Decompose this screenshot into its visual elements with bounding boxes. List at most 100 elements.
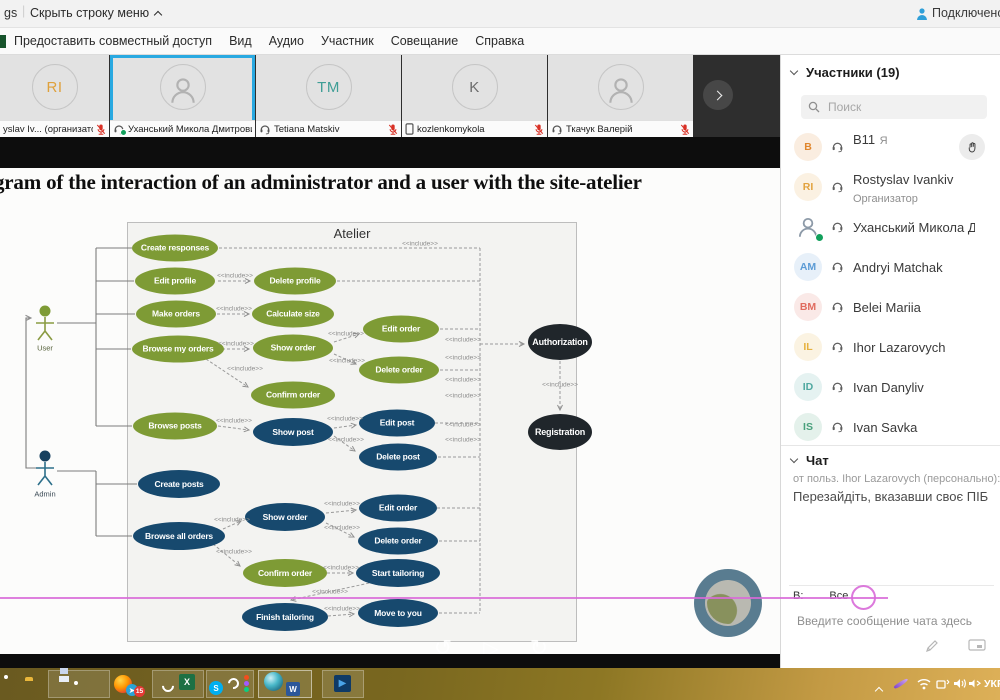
hide-menu-button[interactable]: Скрыть строку меню bbox=[30, 6, 161, 20]
letterbox-bottom bbox=[0, 654, 780, 668]
avatar: RI bbox=[32, 64, 78, 110]
participant-row[interactable]: IL Ihor Lazarovych bbox=[781, 327, 1000, 367]
letterbox-top bbox=[0, 137, 780, 168]
include-stereotype-label: <<include>> bbox=[324, 525, 360, 532]
usecase-node: Show post bbox=[253, 418, 333, 446]
usecase-node: Confirm order bbox=[251, 382, 335, 409]
usecase-node: Edit order bbox=[363, 316, 439, 343]
headset-icon bbox=[831, 140, 844, 153]
participant-row[interactable]: IS Ivan Savka bbox=[781, 407, 1000, 447]
speaker-icon[interactable] bbox=[953, 677, 967, 690]
usecase-node: Delete order bbox=[358, 528, 438, 555]
title-bar: gs | Скрыть строку меню Подключено bbox=[0, 0, 1000, 28]
chat-message-meta: от польз. Ihor Lazarovych (персонально): bbox=[793, 473, 993, 485]
usecase-node: Delete post bbox=[359, 444, 437, 471]
raised-hand-button[interactable] bbox=[959, 134, 985, 160]
chat-message-text: Перезайдіть, вказавши своє ПІБ bbox=[793, 489, 998, 504]
rewind-10-button[interactable]: ↺ 10 bbox=[430, 636, 456, 654]
include-stereotype-label: <<include>> bbox=[445, 437, 481, 444]
participant-video-tile[interactable]: TM Tetiana Matskiv bbox=[256, 55, 401, 137]
search-input[interactable] bbox=[826, 99, 966, 115]
menu-item[interactable]: Участник bbox=[321, 34, 374, 48]
participant-name: Andryi Matchak bbox=[853, 260, 943, 275]
wifi-icon[interactable] bbox=[916, 677, 932, 690]
mic-muted-icon bbox=[388, 123, 398, 136]
participants-header[interactable]: Участники (19) bbox=[791, 65, 900, 80]
audio-device-icon[interactable] bbox=[936, 678, 950, 690]
avatar-initials: RI bbox=[803, 181, 814, 193]
usecase-node: Authorization bbox=[528, 324, 592, 360]
avatar-initials: RI bbox=[47, 79, 63, 96]
recipient-selector[interactable]: Все bbox=[829, 590, 848, 602]
tile-namebar: Ткачук Валерій bbox=[548, 120, 693, 137]
menu-item[interactable]: Аудио bbox=[269, 34, 304, 48]
tray-expand-button[interactable] bbox=[876, 681, 882, 699]
person-icon bbox=[604, 73, 638, 107]
annotate-pencil-button[interactable] bbox=[924, 638, 940, 654]
headset-icon bbox=[831, 420, 844, 433]
participant-row[interactable]: ID Ivan Danyliv bbox=[781, 367, 1000, 407]
participant-video-tile[interactable]: Ткачук Валерій bbox=[548, 55, 693, 137]
window-fragment-text: gs bbox=[4, 6, 17, 20]
next-participants-button[interactable] bbox=[703, 80, 733, 110]
actor-label-admin: Admin bbox=[34, 490, 55, 499]
menu-item[interactable]: Справка bbox=[475, 34, 524, 48]
word-icon[interactable]: W bbox=[286, 682, 300, 696]
participant-row[interactable]: AM Andryi Matchak bbox=[781, 247, 1000, 287]
participant-name: Rostyslav Ivankiv bbox=[853, 172, 953, 187]
participant-row[interactable]: B B11 Я bbox=[781, 127, 1000, 167]
menu-item[interactable]: Вид bbox=[229, 34, 252, 48]
share-device-icon[interactable] bbox=[968, 678, 982, 689]
mic-muted-icon bbox=[680, 123, 690, 136]
webex-icon[interactable] bbox=[264, 672, 283, 691]
menu-icon-fragment bbox=[0, 35, 6, 48]
participant-role: Организатор bbox=[853, 193, 918, 205]
person-icon bbox=[166, 73, 200, 107]
skype-icon[interactable]: S bbox=[209, 681, 223, 695]
avatar-initials: IL bbox=[803, 341, 812, 353]
keyboard-layout-indicator[interactable]: УКР bbox=[984, 678, 1000, 690]
mic-muted-icon bbox=[534, 123, 544, 136]
chat-header[interactable]: Чат bbox=[791, 453, 829, 468]
admin-actor bbox=[36, 451, 54, 486]
usecase-node: Confirm order bbox=[243, 559, 327, 587]
screen-capture-button[interactable] bbox=[968, 638, 986, 654]
play-button[interactable]: ▷ bbox=[478, 636, 504, 654]
mic-muted-icon bbox=[96, 123, 106, 136]
menu-item[interactable]: Предоставить совместный доступ bbox=[14, 34, 212, 48]
side-panel: Участники (19) B B11 Я RI bbox=[780, 55, 1000, 668]
filmstrip: RI yslav Iv... (организатор) bbox=[0, 55, 780, 137]
movies-tv-icon[interactable]: ▶ bbox=[334, 675, 351, 692]
participant-info: Ihor Lazarovych bbox=[853, 339, 975, 357]
chevron-right-icon bbox=[712, 90, 722, 100]
participant-name: yslav Iv... (организатор) bbox=[3, 124, 93, 135]
pen-tray-icon[interactable] bbox=[893, 678, 909, 689]
menu-item[interactable]: Совещание bbox=[391, 34, 459, 48]
shared-screen: gram of the interaction of an administra… bbox=[0, 168, 780, 654]
participant-row[interactable]: BM Belei Mariia bbox=[781, 287, 1000, 327]
participant-video-tile[interactable]: Уханський Микола Дмитрович bbox=[110, 55, 255, 137]
usecase-node: Create responses bbox=[132, 235, 218, 262]
headset-icon bbox=[831, 220, 844, 233]
excel-icon[interactable]: X bbox=[179, 674, 195, 690]
participant-video-tile[interactable]: K kozlenkomykola bbox=[402, 55, 547, 137]
participant-row[interactable]: RI Rostyslav Ivankiv Организатор bbox=[781, 167, 1000, 207]
usecase-node: Browse all orders bbox=[133, 522, 225, 550]
filmstrip-overflow bbox=[694, 55, 780, 137]
avatar-initials: BM bbox=[800, 301, 816, 313]
include-stereotype-label: <<include>> bbox=[216, 418, 252, 425]
participant-row[interactable]: Уханський Микола Дмитро bbox=[781, 207, 1000, 247]
notification-badge: 15 bbox=[134, 686, 145, 697]
usecase-node: Registration bbox=[528, 414, 592, 450]
compose-divider bbox=[789, 585, 994, 586]
avatar-initials: TM bbox=[317, 79, 340, 96]
tile-namebar: Tetiana Matskiv bbox=[256, 120, 401, 137]
participant-video-tile[interactable]: RI yslav Iv... (организатор) bbox=[0, 55, 109, 137]
figma-icon[interactable] bbox=[244, 675, 249, 693]
participant-info: B11 Я bbox=[853, 131, 975, 149]
include-stereotype-label: <<include>> bbox=[328, 437, 364, 444]
avatar: B bbox=[794, 133, 822, 161]
forward-30-button[interactable]: ↻ 30 bbox=[526, 636, 552, 654]
chat-input[interactable] bbox=[795, 613, 990, 629]
participant-name: Ткачук Валерій bbox=[566, 124, 677, 135]
